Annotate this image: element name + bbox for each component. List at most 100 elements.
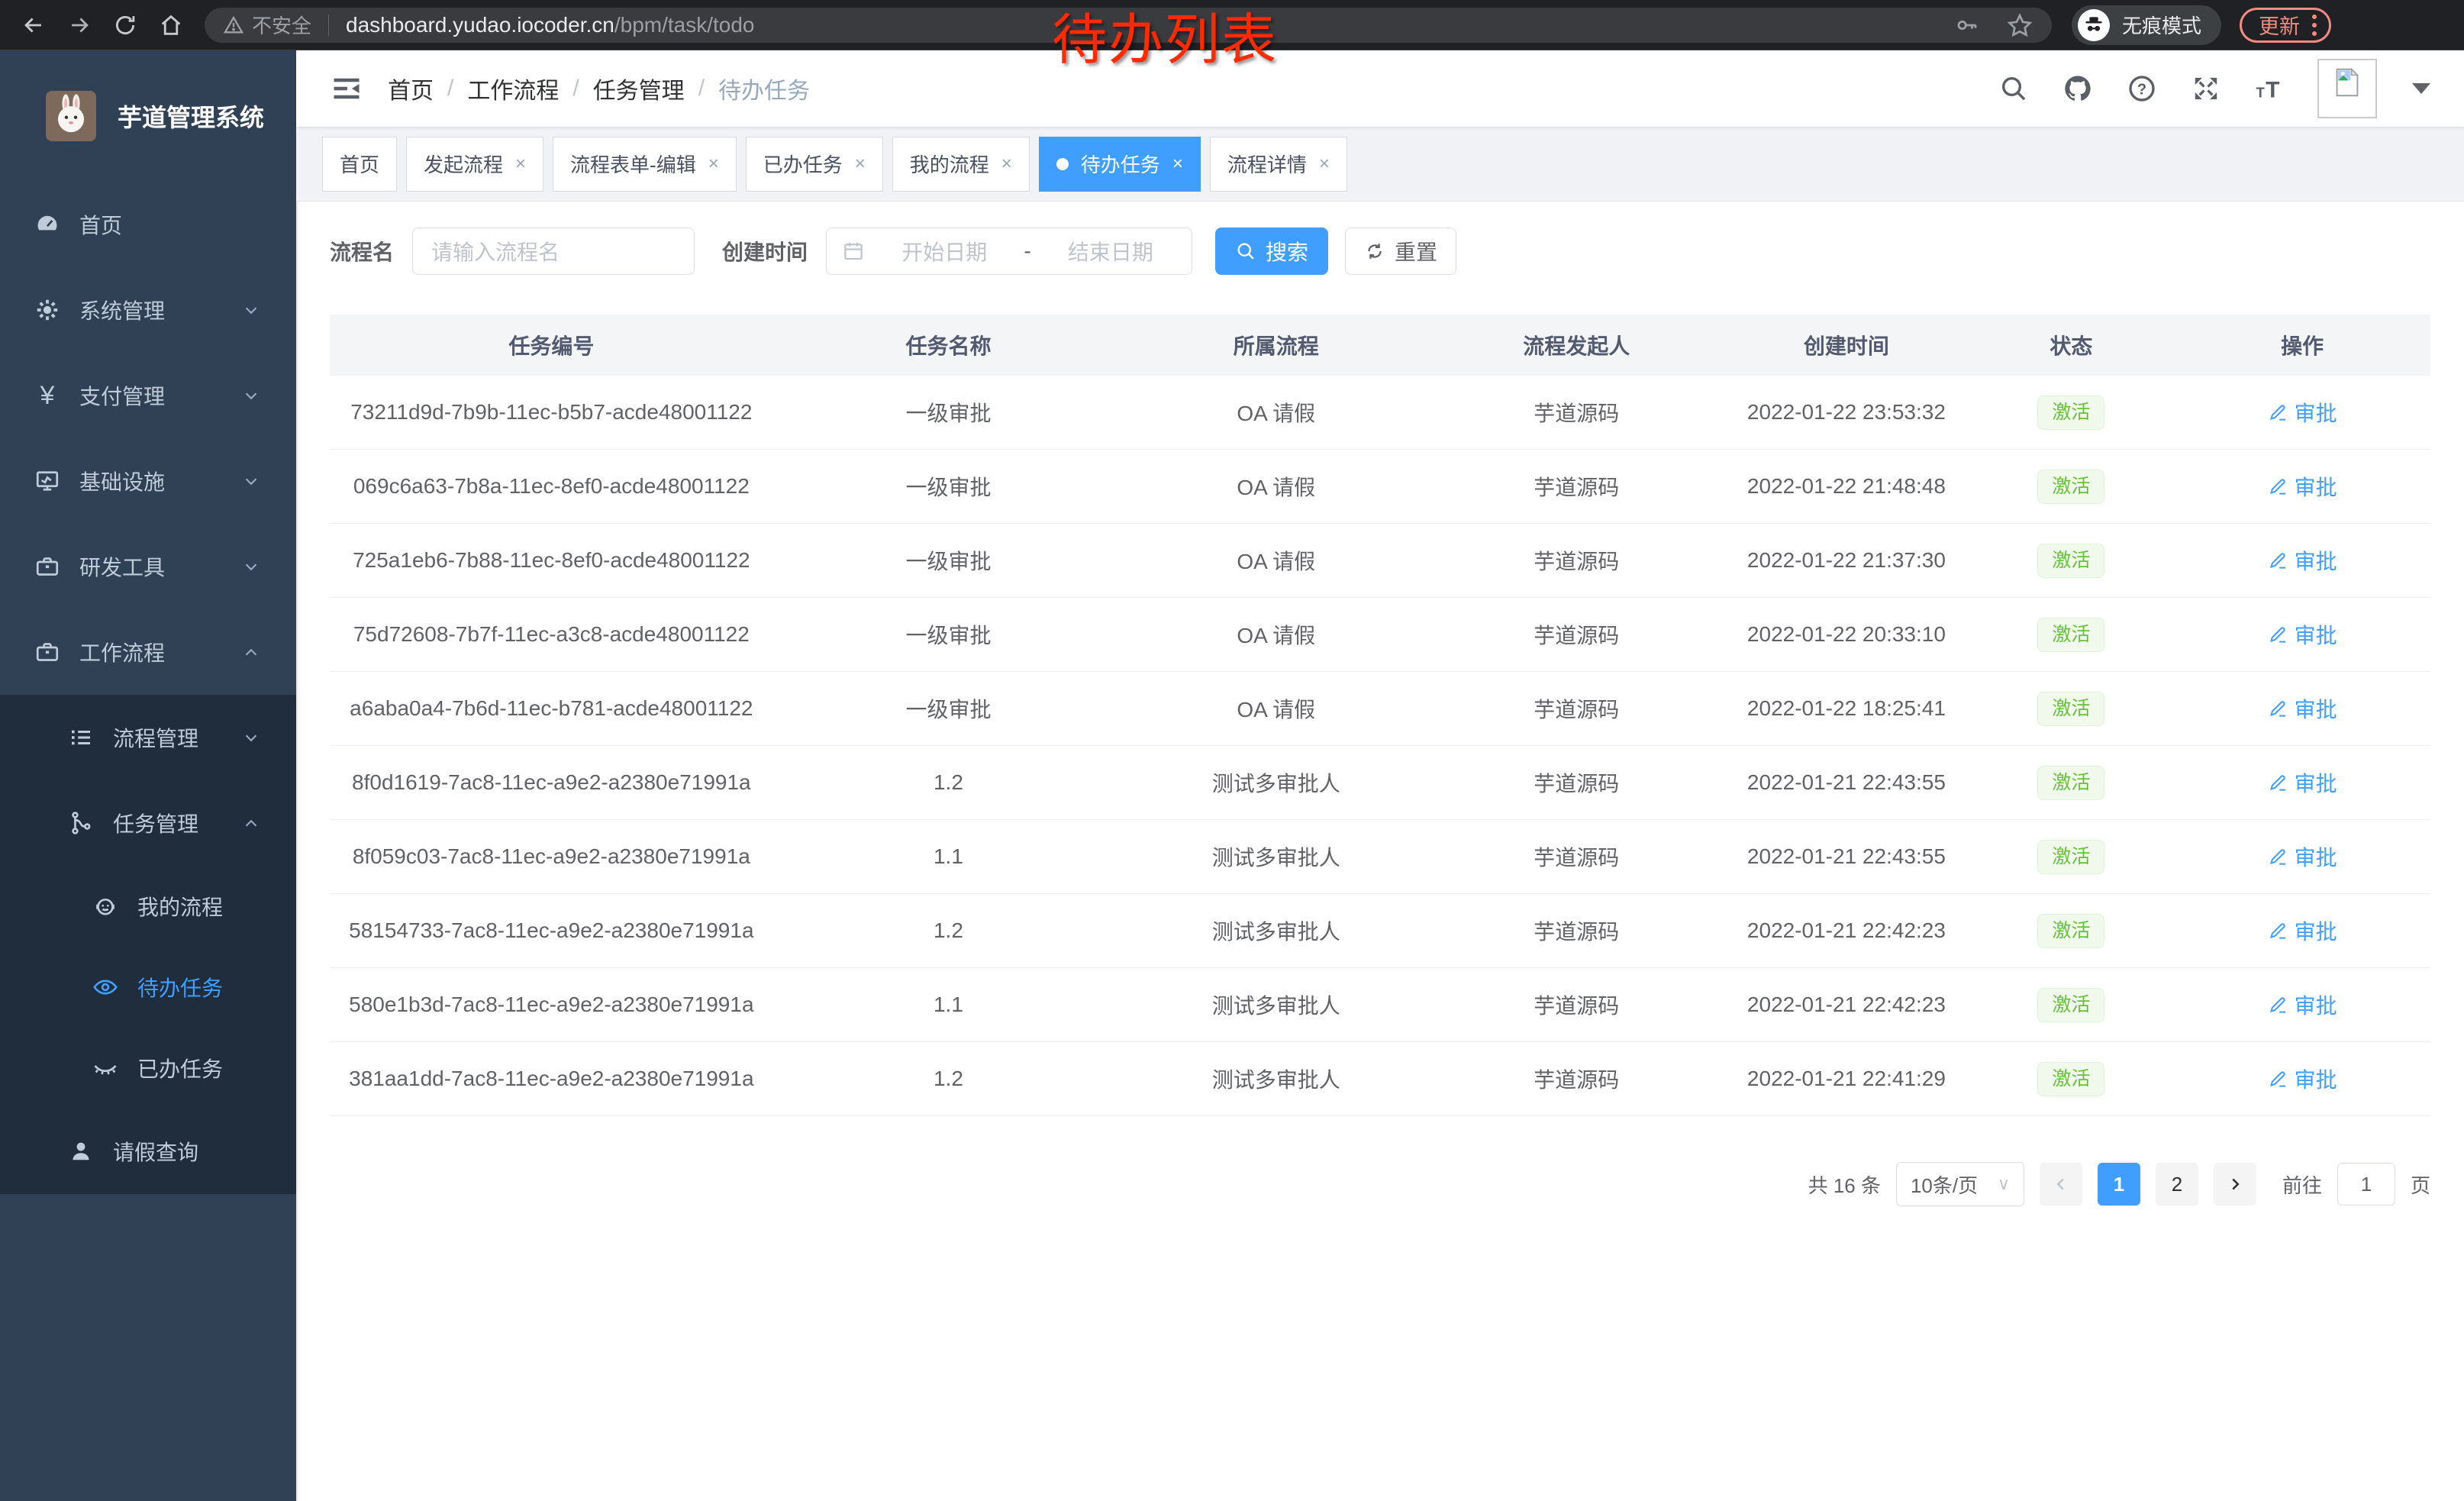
tab-home[interactable]: 首页	[322, 137, 397, 192]
cell-task-id: 58154733-7ac8-11ec-a9e2-a2380e71991a	[330, 918, 773, 943]
header-search-icon[interactable]	[1997, 72, 2030, 105]
approve-link[interactable]: 审批	[2268, 915, 2337, 946]
sidebar-item-my-process[interactable]: 我的流程	[0, 866, 296, 947]
edit-pen-icon	[2268, 624, 2288, 644]
page-button-2[interactable]: 2	[2156, 1163, 2198, 1206]
app-logo-row[interactable]: 芋道管理系统	[0, 50, 296, 182]
sidebar-item-process-management[interactable]: 流程管理	[0, 695, 296, 780]
approve-link[interactable]: 审批	[2268, 545, 2337, 576]
tab-todo-tasks[interactable]: 待办任务×	[1039, 137, 1201, 192]
table-row: 725a1eb6-7b88-11ec-8ef0-acde48001122 一级审…	[330, 524, 2430, 598]
cell-starter: 芋道源码	[1428, 619, 1724, 650]
breadcrumb-home[interactable]: 首页	[388, 72, 434, 105]
browser-back-button[interactable]	[11, 2, 56, 48]
approve-link[interactable]: 审批	[2268, 989, 2337, 1020]
github-icon[interactable]	[2061, 72, 2095, 105]
sidebar-collapse-icon[interactable]	[330, 72, 363, 105]
approve-link-label: 审批	[2295, 767, 2337, 798]
date-range-picker[interactable]: 开始日期 - 结束日期	[826, 228, 1192, 275]
filter-form: 流程名 请输入流程名 创建时间 开始日期 - 结束日期 搜索 重置	[330, 228, 2430, 275]
address-bar[interactable]: 不安全 dashboard.yudao.iocoder.cn/bpm/task/…	[205, 8, 2052, 43]
sidebar-item-dev-tools[interactable]: 研发工具	[0, 524, 296, 609]
sidebar-item-todo-tasks[interactable]: 待办任务	[0, 947, 296, 1028]
cell-starter: 芋道源码	[1428, 471, 1724, 502]
svg-text:T: T	[2256, 85, 2265, 101]
bookmark-star-icon[interactable]	[2006, 11, 2033, 39]
sidebar-item-payment[interactable]: ¥ 支付管理	[0, 353, 296, 438]
tab-label: 流程表单-编辑	[570, 150, 696, 178]
close-icon[interactable]: ×	[515, 153, 526, 175]
cell-create-time: 2022-01-21 22:43:55	[1724, 844, 1968, 869]
list-tree-icon	[66, 724, 96, 751]
sidebar-item-task-management[interactable]: 任务管理	[0, 780, 296, 866]
cell-create-time: 2022-01-22 21:48:48	[1724, 474, 1968, 499]
tab-process-form-edit[interactable]: 流程表单-编辑 ×	[553, 137, 737, 192]
page-button-1[interactable]: 1	[2098, 1163, 2140, 1206]
close-icon[interactable]: ×	[1319, 153, 1330, 175]
next-page-button[interactable]	[2214, 1163, 2256, 1206]
range-separator: -	[1024, 239, 1030, 263]
tab-label: 发起流程	[424, 150, 503, 178]
search-button[interactable]: 搜索	[1215, 228, 1328, 275]
tab-process-detail[interactable]: 流程详情×	[1210, 137, 1347, 192]
process-name-input[interactable]: 请输入流程名	[412, 228, 695, 275]
browser-update-button[interactable]: 更新	[2240, 8, 2331, 43]
sidebar-item-system[interactable]: 系统管理	[0, 267, 296, 353]
approve-link[interactable]: 审批	[2268, 1064, 2337, 1094]
tab-my-process[interactable]: 我的流程 ×	[892, 137, 1030, 192]
browser-reload-button[interactable]	[102, 2, 148, 48]
sidebar-item-done-tasks[interactable]: 已办任务	[0, 1028, 296, 1109]
page-size-select[interactable]: 10条/页 ∨	[1896, 1162, 2024, 1206]
status-badge: 激活	[2037, 766, 2104, 800]
tab-start-process[interactable]: 发起流程 ×	[406, 137, 543, 192]
sidebar-item-workflow[interactable]: 工作流程	[0, 609, 296, 695]
user-avatar-broken-image[interactable]	[2317, 59, 2377, 118]
url-path: /bpm/task/todo	[614, 13, 755, 37]
end-date-placeholder: 结束日期	[1045, 236, 1176, 266]
tab-done-tasks[interactable]: 已办任务×	[746, 137, 883, 192]
approve-link[interactable]: 审批	[2268, 841, 2337, 872]
browser-home-button[interactable]	[148, 2, 194, 48]
cell-task-name: 1.2	[773, 918, 1124, 943]
browser-toolbar: 不安全 dashboard.yudao.iocoder.cn/bpm/task/…	[0, 0, 2464, 50]
fullscreen-icon[interactable]	[2189, 72, 2223, 105]
chevron-down-icon	[241, 557, 261, 576]
sidebar-item-label: 基础设施	[79, 466, 165, 496]
sidebar-item-infrastructure[interactable]: 基础设施	[0, 438, 296, 524]
password-key-icon[interactable]	[1954, 12, 1980, 38]
breadcrumb-task-management[interactable]: 任务管理	[593, 72, 685, 105]
close-icon[interactable]: ×	[708, 153, 719, 175]
approve-link[interactable]: 审批	[2268, 397, 2337, 428]
incognito-icon	[2078, 9, 2110, 41]
security-warning[interactable]: 不安全	[223, 11, 311, 39]
approve-link[interactable]: 审批	[2268, 471, 2337, 502]
edit-pen-icon	[2268, 550, 2288, 570]
update-label: 更新	[2259, 10, 2300, 40]
browser-menu-icon[interactable]	[2312, 15, 2317, 36]
close-icon[interactable]: ×	[1172, 153, 1183, 175]
help-question-icon[interactable]: ?	[2125, 72, 2159, 105]
breadcrumb-workflow[interactable]: 工作流程	[467, 72, 559, 105]
prev-page-button[interactable]	[2040, 1163, 2082, 1206]
sidebar-item-label: 我的流程	[137, 891, 223, 922]
goto-page-input[interactable]: 1	[2337, 1163, 2395, 1206]
cell-starter: 芋道源码	[1428, 545, 1724, 576]
cell-task-id: 8f059c03-7ac8-11ec-a9e2-a2380e71991a	[330, 844, 773, 869]
sidebar-item-home[interactable]: 首页	[0, 182, 296, 267]
browser-forward-button[interactable]	[56, 2, 102, 48]
approve-link[interactable]: 审批	[2268, 693, 2337, 724]
breadcrumb: 首页 / 工作流程 / 任务管理 / 待办任务	[388, 72, 810, 105]
table-row: 381aa1dd-7ac8-11ec-a9e2-a2380e71991a 1.2…	[330, 1042, 2430, 1116]
sidebar-item-leave-query[interactable]: 请假查询	[0, 1109, 296, 1194]
approve-link[interactable]: 审批	[2268, 619, 2337, 650]
reset-button[interactable]: 重置	[1345, 228, 1456, 275]
cell-create-time: 2022-01-22 20:33:10	[1724, 622, 1968, 647]
tab-label: 我的流程	[910, 150, 989, 178]
cell-create-time: 2022-01-21 22:42:23	[1724, 918, 1968, 943]
avatar-caret-down-icon[interactable]	[2412, 83, 2430, 94]
close-icon[interactable]: ×	[1001, 153, 1012, 175]
font-size-icon[interactable]: TT	[2253, 72, 2287, 105]
svg-text:?: ?	[2137, 82, 2146, 98]
approve-link[interactable]: 审批	[2268, 767, 2337, 798]
close-icon[interactable]: ×	[855, 153, 866, 175]
